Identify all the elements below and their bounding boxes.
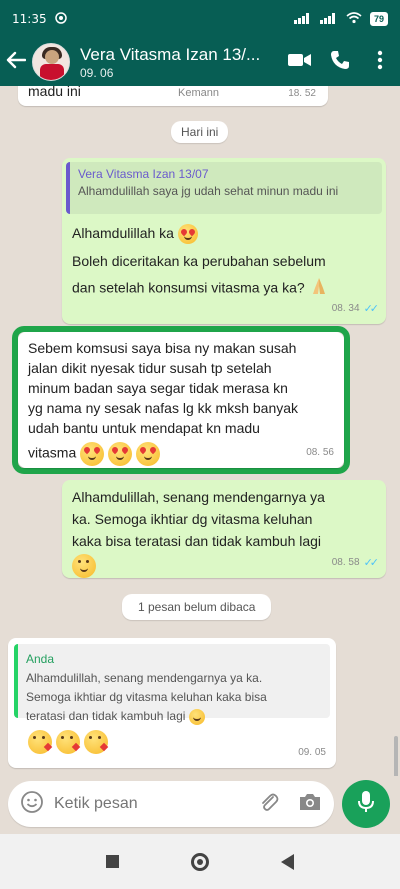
message-meta: 08. 56 — [306, 442, 334, 464]
status-right: 79 — [293, 11, 388, 27]
heart-eyes-emoji-icon — [108, 442, 133, 466]
video-call-icon[interactable] — [280, 52, 320, 73]
message-line: jalan dikit nyesak tidur susah tp setela… — [28, 360, 272, 376]
message-line: Sebem komsusi saya bisa ny makan susah — [28, 340, 297, 356]
battery-icon: 79 — [369, 12, 388, 26]
message-meta: 08. 58 ✓✓ — [331, 552, 380, 574]
signal2-icon — [319, 12, 338, 27]
avatar[interactable] — [32, 43, 70, 81]
quoted-text: Alhamdulillah saya jg udah sehat minun m… — [78, 184, 339, 198]
status-bar: 11:35 79 — [0, 0, 400, 38]
kissing-face-emoji-icon — [83, 730, 109, 755]
recents-icon[interactable] — [106, 855, 119, 868]
chat-area[interactable]: madu ini Kemann 18. 52 Hari ini Vera Vit… — [0, 86, 400, 776]
back-nav-icon[interactable] — [281, 853, 294, 870]
quoted-line: teratasi dan tidak kambuh lagi — [26, 709, 186, 723]
message-time: 08. 56 — [306, 447, 334, 458]
contact-name: Vera Vitasma Izan 13/... — [80, 44, 261, 64]
message-line: Boleh diceritakan ka perubahan sebelum — [72, 253, 326, 269]
chat-header: Vera Vitasma Izan 13/... 09. 06 — [0, 38, 400, 86]
quoted-message[interactable]: Vera Vitasma Izan 13/07 Alhamdulillah sa… — [66, 162, 382, 214]
kissing-face-emoji-icon — [28, 730, 53, 755]
camera-icon[interactable] — [298, 792, 322, 817]
read-ticks-icon: ✓✓ — [363, 557, 380, 569]
quoted-sender: Vera Vitasma Izan 13/07 — [78, 167, 209, 181]
message-outgoing[interactable]: Vera Vitasma Izan 13/07 Alhamdulillah sa… — [62, 158, 386, 324]
status-time: 11:35 — [12, 12, 47, 26]
home-icon[interactable] — [191, 852, 209, 871]
message-line: ka. Semoga ikhtiar dg vitasma keluhan — [72, 511, 313, 527]
message-line: Alhamdulillah, senang mendengarnya ya — [72, 489, 325, 505]
message-time: 09. 05 — [298, 747, 326, 758]
message-line: Alhamdulillah ka — [72, 225, 174, 241]
message-line: udah bantu untuk mendapat kn madu — [28, 420, 260, 436]
system-nav-bar — [0, 834, 400, 889]
message-line: yg nama ny sesak nafas lg kk mksh banyak — [28, 400, 299, 416]
photo-notification-icon — [54, 11, 67, 27]
quoted-message[interactable]: Anda Alhamdulillah, senang mendengarnya … — [14, 644, 330, 725]
quoted-line: Alhamdulillah, senang mendengarnya ya ka… — [26, 671, 263, 685]
message-line: kaka bisa teratasi dan tidak kambuh lagi — [72, 533, 322, 549]
message-input-box[interactable] — [8, 781, 334, 827]
message-input[interactable] — [54, 795, 244, 813]
voice-call-icon[interactable] — [320, 50, 360, 75]
quoted-line: Semoga ikhtiar dg vitasma keluhan kaka b… — [26, 690, 267, 704]
praying-hands-emoji-icon — [309, 276, 329, 302]
scrollbar[interactable] — [394, 736, 398, 776]
message-partial[interactable]: madu ini Kemann 18. 52 — [18, 86, 328, 106]
mic-icon — [357, 790, 375, 819]
heart-face-emoji-icon — [177, 224, 198, 245]
input-bar — [0, 776, 400, 834]
heart-eyes-emoji-icon — [135, 442, 160, 466]
message-time: 08. 58 — [331, 557, 360, 568]
mic-button[interactable] — [342, 780, 390, 828]
unread-divider: 1 pesan belum dibaca — [122, 594, 272, 620]
quoted-sender: Anda — [26, 652, 55, 666]
hugging-face-emoji-icon — [188, 708, 205, 725]
kissing-face-emoji-icon — [55, 730, 81, 755]
contact-info[interactable]: Vera Vitasma Izan 13/... 09. 06 — [80, 45, 280, 80]
signal-icon — [293, 12, 312, 27]
message-meta: 09. 05 — [298, 742, 326, 764]
sender-name: Kemann — [178, 87, 219, 99]
message-incoming[interactable]: Sebem komsusi saya bisa ny makan susah j… — [18, 332, 344, 468]
message-outgoing[interactable]: Alhamdulillah, senang mendengarnya ya ka… — [62, 480, 386, 579]
emoji-icon[interactable] — [20, 790, 44, 819]
last-seen: 09. 06 — [80, 65, 114, 80]
more-options-icon[interactable] — [360, 50, 400, 75]
message-incoming[interactable]: Anda Alhamdulillah, senang mendengarnya … — [8, 638, 336, 768]
hugging-face-emoji-icon — [72, 554, 96, 579]
date-divider: Hari ini — [171, 121, 229, 143]
message-text: madu ini — [28, 86, 81, 99]
read-ticks-icon: ✓✓ — [363, 303, 380, 315]
message-line: vitasma — [28, 444, 77, 461]
message-meta: 08. 34 ✓✓ — [331, 298, 380, 320]
wifi-icon — [346, 11, 362, 27]
attach-icon[interactable] — [258, 791, 280, 818]
back-arrow-icon[interactable] — [0, 50, 32, 74]
message-time: 18. 52 — [288, 88, 316, 99]
message-line: minum badan saya segar tidak merasa kn — [28, 380, 288, 396]
heart-eyes-emoji-icon — [80, 442, 105, 466]
message-time: 08. 34 — [331, 303, 360, 314]
message-line: dan setelah konsumsi vitasma ya ka? — [72, 279, 305, 296]
